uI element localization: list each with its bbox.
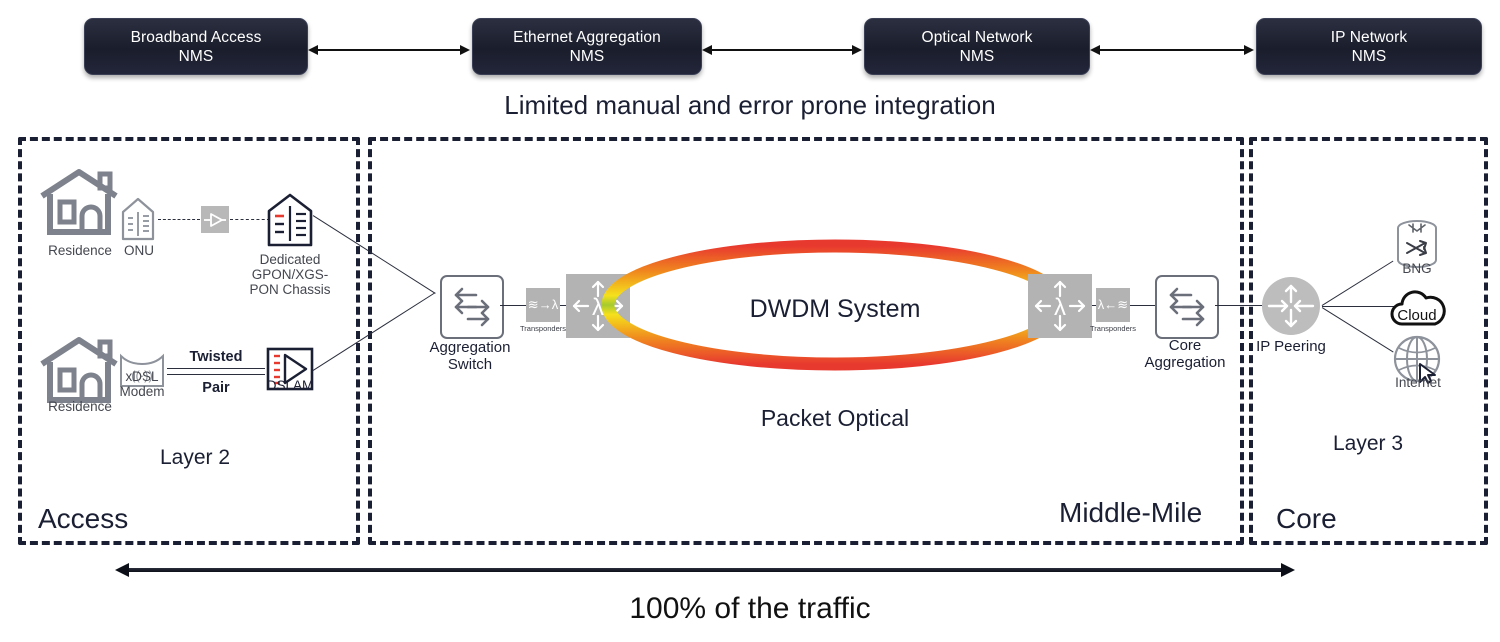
arrow-shaft [709,49,855,51]
aggregation-switch-label: Aggregation Switch [429,339,511,373]
twisted-pair-link [167,368,265,375]
arrow-head-right-icon [1281,563,1295,577]
link-ip-peering-to-cloud [1322,306,1394,308]
optical-amplifier-icon [201,206,229,233]
nms-title-line2: NMS [569,47,605,65]
traffic-label: 100% of the traffic [629,592,871,625]
nms-title-line2: NMS [1351,47,1387,65]
core-aggregation-label: Core Aggregation [1144,337,1226,371]
link-transponder-to-core-agg [1130,305,1156,307]
nms-box-optical-network[interactable]: Optical Network NMS [864,18,1090,75]
nms-title-line2: NMS [959,47,995,65]
nms-title-line2: NMS [178,47,214,65]
twisted-label: Twisted [189,349,243,365]
transponder-left-icon: ≋→λ [526,288,560,322]
cloud-icon: Cloud [1390,290,1446,326]
arrow-head-left-icon [308,45,318,55]
transponder-right-label: Transponders [1090,324,1136,333]
integration-caption: Limited manual and error prone integrati… [504,90,996,120]
arrow-shaft [315,49,463,51]
nms-link-arrow-1 [308,45,470,55]
arrow-head-left-icon [1090,45,1100,55]
traffic-span-arrow [115,563,1295,577]
layer-label-core: Layer 3 [1333,432,1404,455]
section-label-access: Access [34,503,133,535]
section-label-middle-mile: Middle-Mile [1055,497,1207,529]
transponder-right-icon: λ←≋ [1096,288,1130,322]
gpon-chassis-icon [267,193,313,247]
ip-peering-label: IP Peering [1256,338,1326,355]
bng-label: BNG [1402,261,1432,276]
residence-icon [40,169,118,235]
aggregation-switch-icon[interactable] [440,275,504,339]
nms-title-line1: Broadband Access [130,28,262,46]
nms-title-line1: IP Network [1330,28,1408,46]
nms-box-broadband-access[interactable]: Broadband Access NMS [84,18,308,75]
arrow-shaft [126,568,1284,572]
xdsl-modem-label: xDSL Modem [119,369,165,399]
arrow-head-right-icon [1244,45,1254,55]
nms-link-arrow-2 [702,45,862,55]
transponder-left-label: Transponders [520,324,566,333]
core-aggregation-switch-icon[interactable] [1155,275,1219,339]
link-agg-switch-to-transponder [500,305,526,307]
svg-text:Cloud: Cloud [1397,307,1436,324]
nms-title-line1: Ethernet Aggregation [513,28,661,46]
transponder-left-glyph: ≋→λ [527,297,559,312]
residence-icon [40,337,118,403]
nms-box-ip-network[interactable]: IP Network NMS [1256,18,1482,75]
transponder-right-glyph: λ←≋ [1097,297,1129,312]
roadm-right-icon[interactable]: λ [1028,274,1092,338]
link-core-agg-to-ip-peering [1215,305,1262,307]
internet-label: Internet [1395,375,1441,390]
onu-icon [121,197,155,241]
arrow-head-left-icon [702,45,712,55]
arrow-shaft [1097,49,1247,51]
onu-label: ONU [124,243,154,258]
packet-optical-label: Packet Optical [760,405,910,431]
dwdm-system-label: DWDM System [749,295,921,323]
dslam-label: DSLAM [266,378,314,393]
arrow-head-left-icon [115,563,129,577]
gpon-chassis-label: Dedicated GPON/XGS-PON Chassis [249,252,331,297]
arrow-head-right-icon [852,45,862,55]
nms-link-arrow-3 [1090,45,1254,55]
arrow-head-right-icon [460,45,470,55]
pair-label: Pair [202,380,230,396]
svg-text:λ: λ [1054,294,1066,321]
nms-title-line1: Optical Network [921,28,1033,46]
residence-bottom-label: Residence [48,399,112,414]
fiber-link-onu-amp [158,219,200,220]
fiber-link-amp-chassis [230,219,270,220]
section-label-core: Core [1272,503,1341,535]
nms-box-ethernet-aggregation[interactable]: Ethernet Aggregation NMS [472,18,702,75]
ip-peering-icon[interactable] [1261,276,1321,336]
layer-label-access: Layer 2 [160,446,231,469]
